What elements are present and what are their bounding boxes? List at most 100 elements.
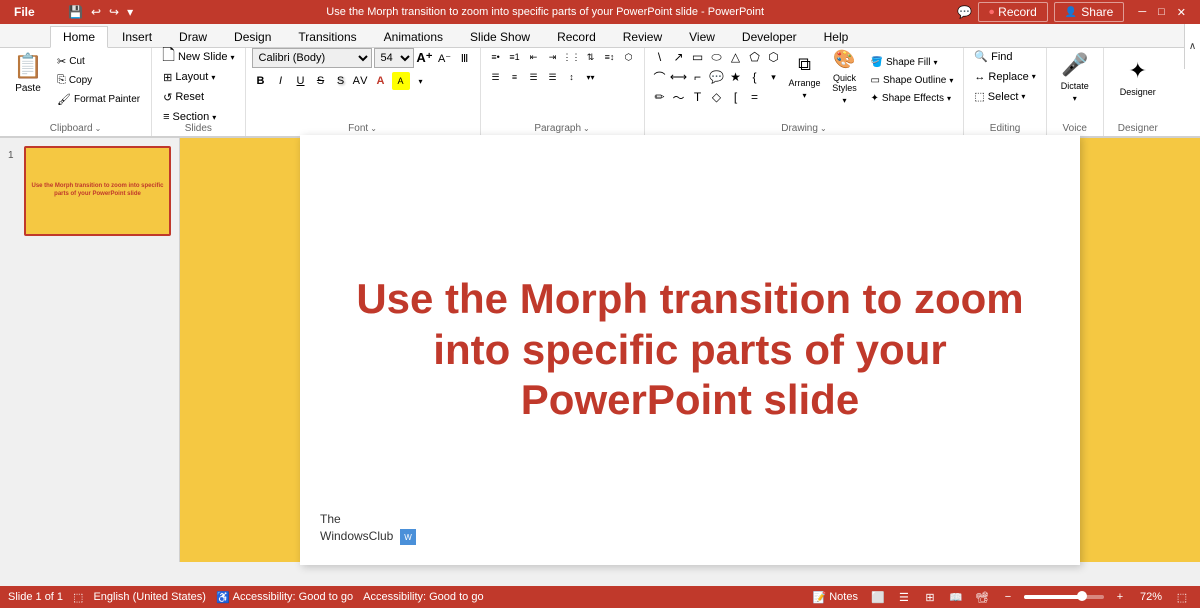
justify-button[interactable]: ☰ [544,68,562,86]
font-color-arrow[interactable]: ▾ [412,72,430,90]
shape-bracket-button[interactable]: [ [727,88,745,106]
dictate-button[interactable]: 🎤 Dictate ▾ [1053,48,1097,106]
shape-textbox-button[interactable]: T [689,88,707,106]
shape-oval-button[interactable]: ⬭ [708,48,726,66]
paragraph-more-button[interactable]: ▾▾ [582,68,600,86]
smartart-button[interactable]: ⬡ [620,48,638,66]
normal-view-button[interactable]: ⬜ [868,588,888,606]
new-slide-button[interactable]: 🗋 New Slide ▾ [158,48,238,66]
align-right-button[interactable]: ☰ [525,68,543,86]
language-label[interactable]: English (United States) [93,591,206,603]
file-tab[interactable]: File [0,0,49,24]
tab-design[interactable]: Design [221,25,284,47]
drawing-expand-icon[interactable]: ⌄ [820,124,827,133]
shape-outline-button[interactable]: ▭ Shape Outline ▾ [867,72,958,89]
bold-button[interactable]: B [252,72,270,90]
shape-star-button[interactable]: ★ [727,68,745,86]
shape-elbow-button[interactable]: ⌐ [689,68,707,86]
save-icon[interactable]: 💾 [66,3,85,21]
align-text-button[interactable]: ≡↕ [601,48,619,66]
maximize-button[interactable]: □ [1152,0,1171,24]
format-painter-button[interactable]: 🖌 Format Painter [52,90,145,108]
customize-qat-icon[interactable]: ▾ [125,3,135,21]
shape-freeform-button[interactable]: ✏ [651,88,669,106]
indent-increase-button[interactable]: ⇥ [544,48,562,66]
slide-sorter-button[interactable]: ⊞ [920,588,940,606]
shape-pentagon-button[interactable]: ⬠ [746,48,764,66]
tab-review[interactable]: Review [610,25,675,47]
tab-developer[interactable]: Developer [729,25,810,47]
close-button[interactable]: ✕ [1171,0,1192,24]
accessibility-label[interactable]: ♿ Accessibility: Good to go [216,591,353,604]
font-size-select[interactable]: 54 [374,48,414,68]
slide-thumbnail[interactable]: Use the Morph transition to zoom into sp… [24,146,171,236]
italic-button[interactable]: I [272,72,290,90]
reset-button[interactable]: ↺ Reset [158,88,209,106]
shape-fill-button[interactable]: 🪣 Shape Fill ▾ [867,54,958,71]
paragraph-expand-icon[interactable]: ⌄ [583,124,590,133]
shape-triangle-button[interactable]: △ [727,48,745,66]
shadow-button[interactable]: S [332,72,350,90]
select-button[interactable]: ⬚ Select ▾ [970,88,1029,105]
ribbon-collapse-button[interactable]: ∧ [1184,24,1200,69]
underline-button[interactable]: U [292,72,310,90]
copy-button[interactable]: ⎘ Copy [52,71,145,89]
zoom-percent-label[interactable]: 72% [1136,588,1166,606]
font-color-button[interactable]: A [372,72,390,90]
tab-transitions[interactable]: Transitions [285,25,369,47]
tab-insert[interactable]: Insert [109,25,165,47]
shape-rect-button[interactable]: ▭ [689,48,707,66]
arrange-button[interactable]: ⧉ Arrange ▾ [787,48,823,106]
shape-connector-button[interactable]: ⟷ [670,68,688,86]
shape-effects-button[interactable]: ✦ Shape Effects ▾ [867,90,958,107]
clear-format-button[interactable]: Ⅲ [456,49,474,67]
clipboard-expand-icon[interactable]: ⌄ [95,124,102,133]
strikethrough-button[interactable]: S [312,72,330,90]
shape-arrow-button[interactable]: ↗ [670,48,688,66]
zoom-in-button[interactable]: + [1110,588,1130,606]
redo-icon[interactable]: ↪ [107,3,121,21]
align-center-button[interactable]: ≡ [506,68,524,86]
shape-callout-button[interactable]: 💬 [708,68,726,86]
share-button[interactable]: 👤 Share [1054,2,1124,22]
shape-more-button[interactable]: ▾ [765,68,783,86]
undo-icon[interactable]: ↩ [89,3,103,21]
shape-eq-button[interactable]: = [746,88,764,106]
layout-button[interactable]: ⊞ Layout ▾ [158,68,220,86]
numbered-button[interactable]: ≡1 [506,48,524,66]
shape-line-button[interactable]: \ [651,48,669,66]
minimize-button[interactable]: ─ [1132,0,1152,24]
tab-slideshow[interactable]: Slide Show [457,25,543,47]
indent-decrease-button[interactable]: ⇤ [525,48,543,66]
text-direction-button[interactable]: ⇅ [582,48,600,66]
zoom-thumb[interactable] [1077,591,1087,601]
tab-home[interactable]: Home [50,26,108,48]
tab-view[interactable]: View [676,25,728,47]
columns-button[interactable]: ⋮⋮ [563,48,581,66]
shape-flowchart-button[interactable]: ◇ [708,88,726,106]
bullets-button[interactable]: ≡• [487,48,505,66]
find-button[interactable]: 🔍 Find [970,48,1016,65]
font-increase-button[interactable]: A⁺ [416,49,434,67]
shape-curve-button[interactable]: ⌒ [651,68,669,86]
shape-hexagon-button[interactable]: ⬡ [765,48,783,66]
notes-button[interactable]: 📝 Notes [809,588,862,606]
record-button-title[interactable]: ⏺ Record [978,2,1048,22]
replace-button[interactable]: ↔ Replace ▾ [970,68,1039,85]
font-decrease-button[interactable]: A⁻ [436,49,454,67]
char-spacing-button[interactable]: AV [352,72,370,90]
zoom-out-button[interactable]: − [998,588,1018,606]
shape-scribble-button[interactable]: 〜 [670,88,688,106]
cut-button[interactable]: ✂ Cut [52,52,145,70]
reading-view-button[interactable]: 📖 [946,588,966,606]
fit-window-button[interactable]: ⬚ [1172,588,1192,606]
line-spacing-button[interactable]: ↕ [563,68,581,86]
tab-help[interactable]: Help [811,25,862,47]
font-expand-icon[interactable]: ⌄ [370,124,377,133]
designer-button[interactable]: ✦ Designer [1110,48,1166,106]
highlight-color-button[interactable]: A [392,72,410,90]
paste-button[interactable]: 📋 Paste [6,48,50,104]
quick-styles-button[interactable]: 🎨 QuickStyles ▾ [827,48,863,106]
fit-slide-button[interactable]: ⬚ [73,591,83,604]
shape-brace-button[interactable]: { [746,68,764,86]
